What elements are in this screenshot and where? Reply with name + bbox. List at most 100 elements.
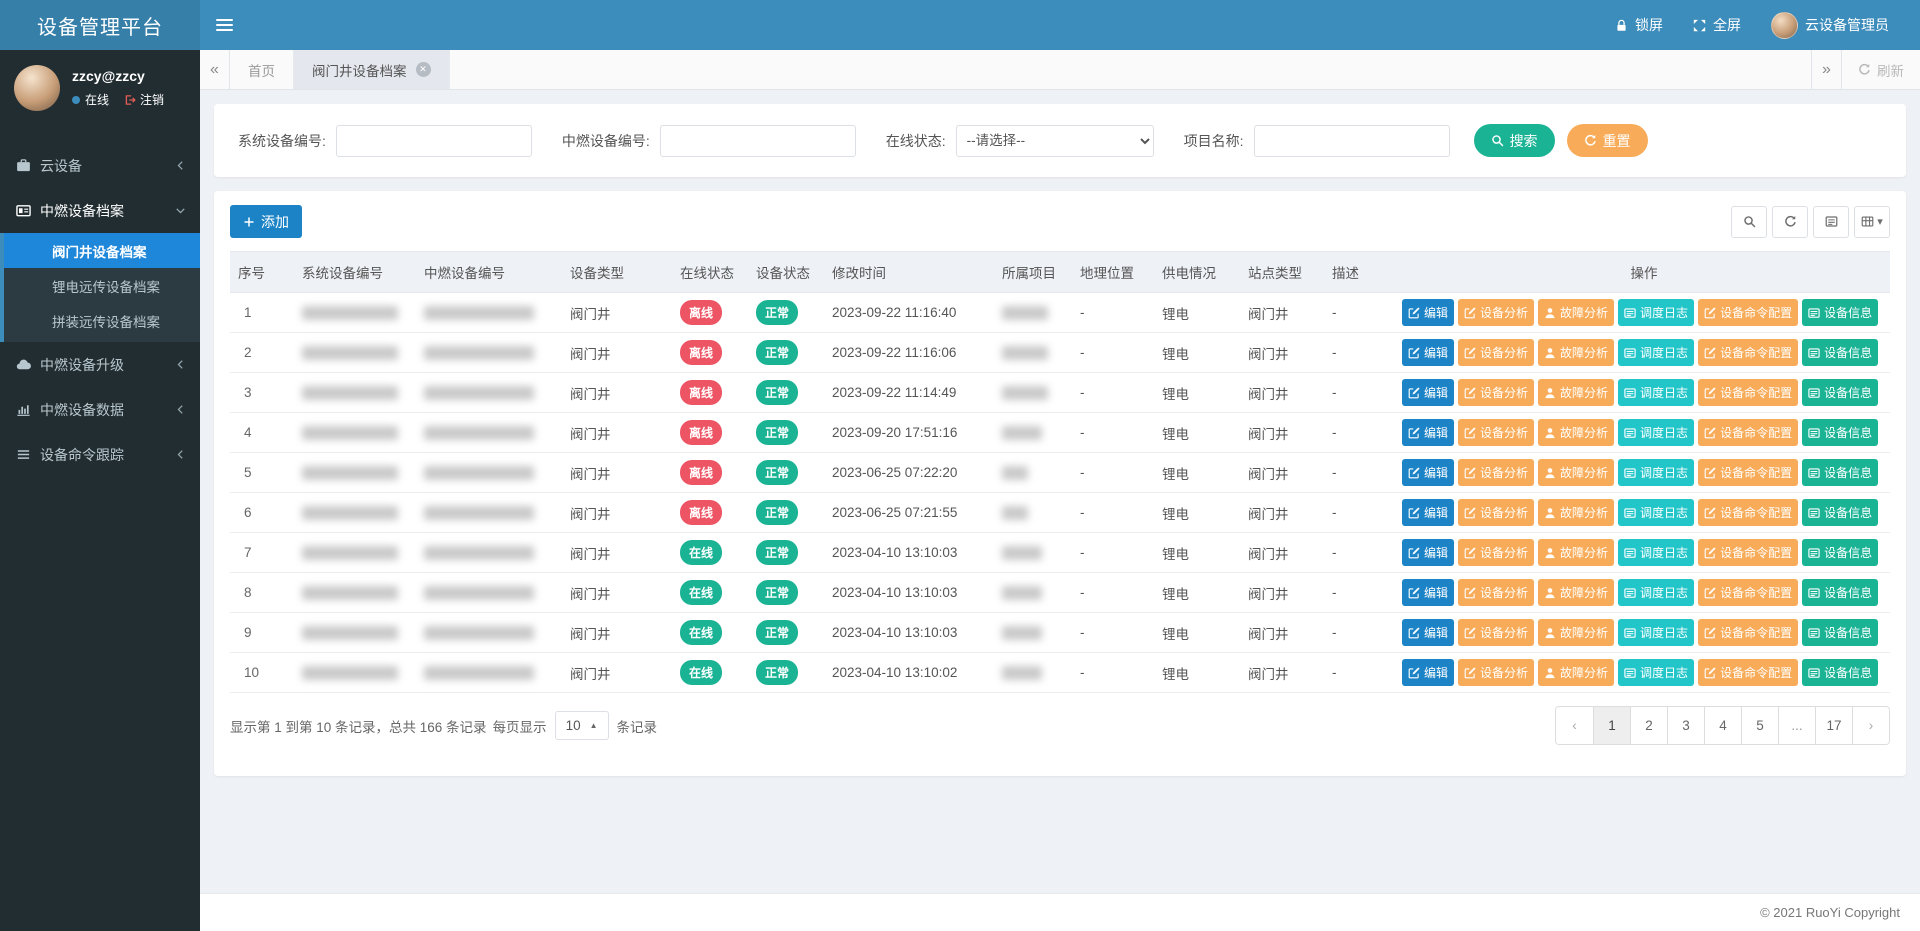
pager-page-button[interactable]: 5 <box>1741 707 1778 744</box>
device-analysis-button[interactable]: 设备分析 <box>1458 659 1534 686</box>
sidebar-menu: 云设备 中燃设备档案 阀门井设备档案 锂电远传设备档案 拼装远传设备档案 中燃设… <box>0 143 200 477</box>
sidebar-item-gas-device-upgrade[interactable]: 中燃设备升级 <box>0 342 200 387</box>
device-info-button[interactable]: 设备信息 <box>1802 659 1878 686</box>
fault-analysis-button[interactable]: 故障分析 <box>1538 459 1614 486</box>
pager-page-button[interactable]: 2 <box>1630 707 1667 744</box>
edit-button[interactable]: 编辑 <box>1402 579 1454 606</box>
device-analysis-button[interactable]: 设备分析 <box>1458 419 1534 446</box>
add-button[interactable]: 添加 <box>230 205 302 238</box>
device-analysis-button[interactable]: 设备分析 <box>1458 499 1534 526</box>
edit-button[interactable]: 编辑 <box>1402 339 1454 366</box>
pager-page-button[interactable]: 17 <box>1815 707 1852 744</box>
fault-analysis-button[interactable]: 故障分析 <box>1538 299 1614 326</box>
edit-button[interactable]: 编辑 <box>1402 539 1454 566</box>
fault-analysis-button[interactable]: 故障分析 <box>1538 619 1614 646</box>
gas-device-no-input[interactable] <box>660 125 856 157</box>
pager-page-button[interactable]: 4 <box>1704 707 1741 744</box>
search-button[interactable]: 搜索 <box>1474 124 1555 157</box>
device-command-config-button[interactable]: 设备命令配置 <box>1698 379 1798 406</box>
device-info-button[interactable]: 设备信息 <box>1802 539 1878 566</box>
logout-button[interactable]: 注销 <box>124 91 164 108</box>
sidebar-item-gas-device-data[interactable]: 中燃设备数据 <box>0 387 200 432</box>
sidebar-toggle-button[interactable] <box>200 0 248 50</box>
fault-analysis-button[interactable]: 故障分析 <box>1538 419 1614 446</box>
fault-analysis-button[interactable]: 故障分析 <box>1538 379 1614 406</box>
edit-button[interactable]: 编辑 <box>1402 619 1454 646</box>
fault-analysis-button[interactable]: 故障分析 <box>1538 579 1614 606</box>
dispatch-log-button[interactable]: 调度日志 <box>1618 659 1694 686</box>
device-info-button[interactable]: 设备信息 <box>1802 379 1878 406</box>
device-analysis-button[interactable]: 设备分析 <box>1458 619 1534 646</box>
device-info-button[interactable]: 设备信息 <box>1802 339 1878 366</box>
device-command-config-button[interactable]: 设备命令配置 <box>1698 419 1798 446</box>
dispatch-log-button[interactable]: 调度日志 <box>1618 579 1694 606</box>
dispatch-log-button[interactable]: 调度日志 <box>1618 419 1694 446</box>
dispatch-log-button[interactable]: 调度日志 <box>1618 539 1694 566</box>
device-analysis-button[interactable]: 设备分析 <box>1458 459 1534 486</box>
dispatch-log-button[interactable]: 调度日志 <box>1618 379 1694 406</box>
pager-prev-button[interactable]: ‹ <box>1556 707 1593 744</box>
device-command-config-button[interactable]: 设备命令配置 <box>1698 299 1798 326</box>
fault-analysis-button[interactable]: 故障分析 <box>1538 339 1614 366</box>
device-info-button[interactable]: 设备信息 <box>1802 459 1878 486</box>
pager-page-button[interactable]: 3 <box>1667 707 1704 744</box>
close-icon[interactable]: ✕ <box>416 62 431 77</box>
edit-button[interactable]: 编辑 <box>1402 379 1454 406</box>
tab-home[interactable]: 首页 <box>230 50 294 89</box>
table-columns-button[interactable]: ▾ <box>1854 206 1890 238</box>
reset-button[interactable]: 重置 <box>1567 124 1648 157</box>
device-info-button[interactable]: 设备信息 <box>1802 579 1878 606</box>
fullscreen-button[interactable]: 全屏 <box>1678 0 1756 50</box>
device-analysis-button[interactable]: 设备分析 <box>1458 539 1534 566</box>
table-refresh-button[interactable] <box>1772 206 1808 238</box>
page-size-select[interactable]: 10 ▲ <box>555 711 609 740</box>
refresh-tab-button[interactable]: 刷新 <box>1841 50 1920 89</box>
sidebar-item-cloud-device[interactable]: 云设备 <box>0 143 200 188</box>
device-command-config-button[interactable]: 设备命令配置 <box>1698 579 1798 606</box>
device-analysis-button[interactable]: 设备分析 <box>1458 339 1534 366</box>
edit-button[interactable]: 编辑 <box>1402 659 1454 686</box>
device-command-config-button[interactable]: 设备命令配置 <box>1698 539 1798 566</box>
edit-button[interactable]: 编辑 <box>1402 299 1454 326</box>
dispatch-log-button[interactable]: 调度日志 <box>1618 499 1694 526</box>
pager-page-button[interactable]: 1 <box>1593 707 1630 744</box>
sidebar-item-lithium-remote-archive[interactable]: 锂电远传设备档案 <box>4 268 200 303</box>
sidebar-item-assembled-remote-archive[interactable]: 拼装远传设备档案 <box>4 303 200 338</box>
device-info-button[interactable]: 设备信息 <box>1802 299 1878 326</box>
edit-button[interactable]: 编辑 <box>1402 459 1454 486</box>
device-info-button[interactable]: 设备信息 <box>1802 499 1878 526</box>
sidebar-item-valve-well-archive[interactable]: 阀门井设备档案 <box>4 233 200 268</box>
sidebar-item-device-command-track[interactable]: 设备命令跟踪 <box>0 432 200 477</box>
tabs-scroll-left-button[interactable]: « <box>200 50 230 89</box>
tab-valve-well-archive[interactable]: 阀门井设备档案 ✕ <box>294 50 450 89</box>
dispatch-log-button[interactable]: 调度日志 <box>1618 299 1694 326</box>
edit-button[interactable]: 编辑 <box>1402 499 1454 526</box>
fault-analysis-button[interactable]: 故障分析 <box>1538 539 1614 566</box>
device-info-button[interactable]: 设备信息 <box>1802 419 1878 446</box>
device-command-config-button[interactable]: 设备命令配置 <box>1698 499 1798 526</box>
lock-screen-button[interactable]: 锁屏 <box>1600 0 1678 50</box>
online-status-select[interactable]: --请选择-- <box>956 125 1154 157</box>
device-command-config-button[interactable]: 设备命令配置 <box>1698 459 1798 486</box>
table-detail-view-button[interactable] <box>1813 206 1849 238</box>
device-command-config-button[interactable]: 设备命令配置 <box>1698 619 1798 646</box>
device-analysis-button[interactable]: 设备分析 <box>1458 579 1534 606</box>
device-analysis-button[interactable]: 设备分析 <box>1458 299 1534 326</box>
fault-analysis-button[interactable]: 故障分析 <box>1538 499 1614 526</box>
device-analysis-button[interactable]: 设备分析 <box>1458 379 1534 406</box>
dispatch-log-button[interactable]: 调度日志 <box>1618 619 1694 646</box>
table-search-button[interactable] <box>1731 206 1767 238</box>
fault-analysis-button[interactable]: 故障分析 <box>1538 659 1614 686</box>
dispatch-log-button[interactable]: 调度日志 <box>1618 339 1694 366</box>
dispatch-log-button[interactable]: 调度日志 <box>1618 459 1694 486</box>
tabs-scroll-right-button[interactable]: » <box>1811 50 1841 89</box>
sidebar-item-gas-device-archive[interactable]: 中燃设备档案 <box>0 188 200 233</box>
project-name-input[interactable] <box>1254 125 1450 157</box>
user-menu[interactable]: 云设备管理员 <box>1756 0 1904 50</box>
system-device-no-input[interactable] <box>336 125 532 157</box>
device-info-button[interactable]: 设备信息 <box>1802 619 1878 646</box>
device-command-config-button[interactable]: 设备命令配置 <box>1698 339 1798 366</box>
device-command-config-button[interactable]: 设备命令配置 <box>1698 659 1798 686</box>
pager-next-button[interactable]: › <box>1852 707 1889 744</box>
edit-button[interactable]: 编辑 <box>1402 419 1454 446</box>
